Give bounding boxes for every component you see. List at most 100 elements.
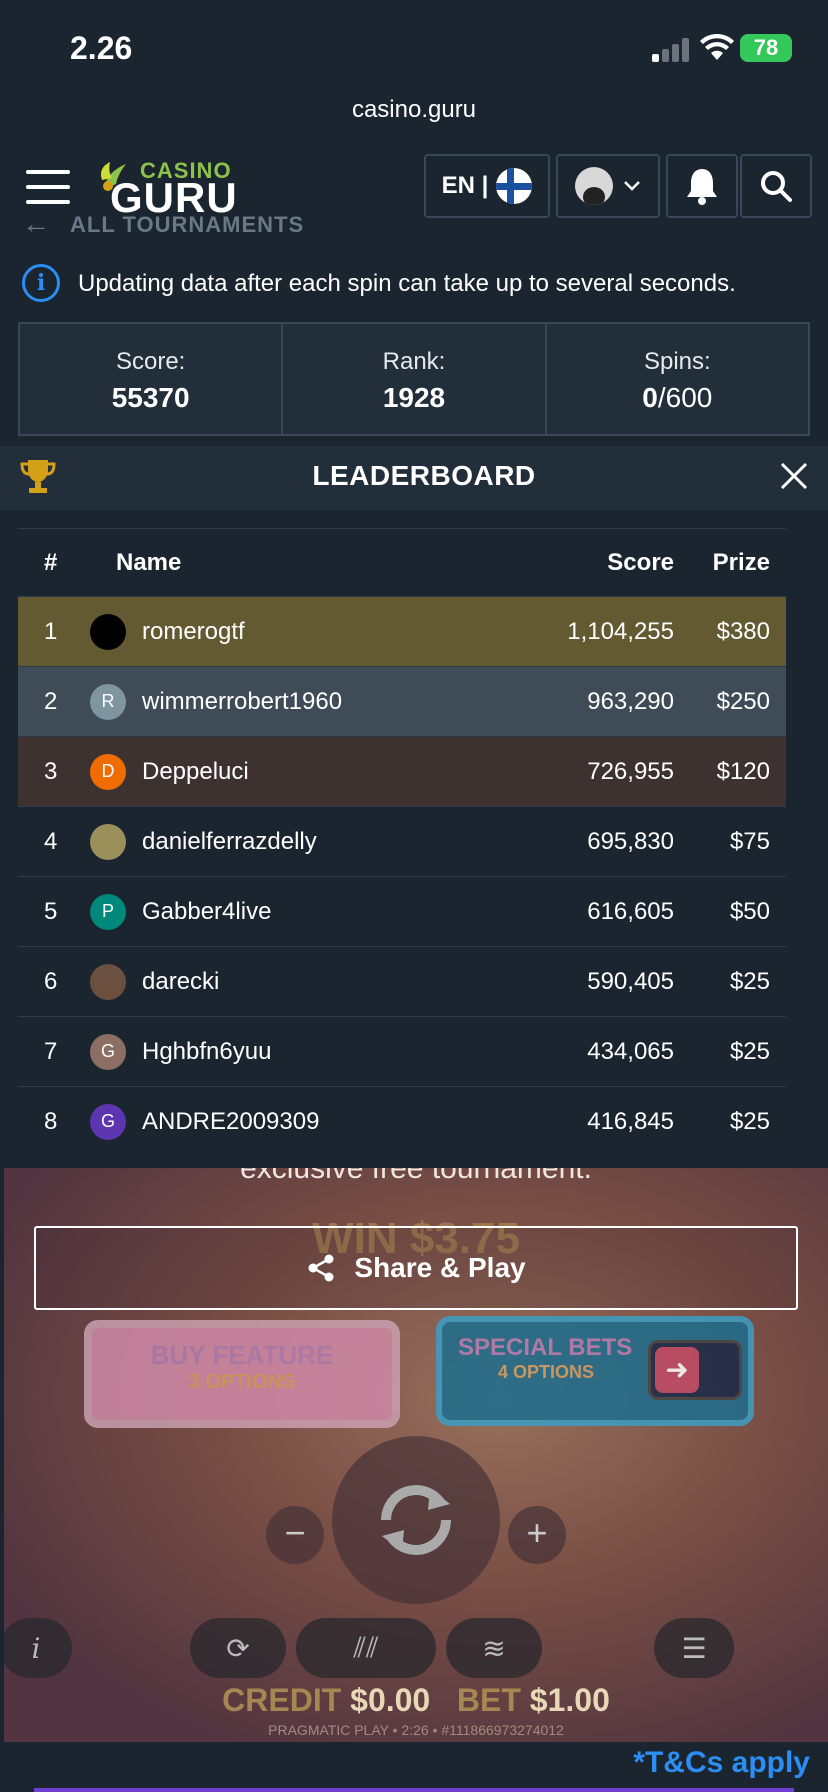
player-avatar: G	[90, 1033, 126, 1070]
player-name: wimmerrobert1960	[142, 687, 343, 715]
increase-bet-icon: +	[508, 1506, 566, 1564]
spins-total: /600	[657, 382, 713, 413]
share-and-play-label: Share & Play	[354, 1252, 526, 1283]
rank-stat: Rank: 1928	[283, 324, 547, 434]
user-avatar	[575, 167, 613, 205]
row-prize: $25	[729, 967, 770, 995]
row-rank: 1	[44, 617, 58, 645]
row-player: G ANDRE2009309	[86, 1103, 466, 1140]
row-score: 434,065	[587, 1037, 674, 1065]
spins-value: 0/600	[547, 382, 808, 414]
special-bets-button: SPECIAL BETS 4 OPTIONS ➜	[436, 1316, 754, 1426]
turbo-icon: ⫽⫽	[296, 1618, 436, 1678]
table-row[interactable]: 3 D Deppeluci 726,955 $120	[18, 736, 786, 806]
row-prize: $250	[716, 687, 770, 715]
slot-game-background: exclusive free tournament. WIN $3.75 BUY…	[4, 1168, 828, 1742]
buy-feature-button: BUY FEATURE 3 OPTIONS	[84, 1320, 400, 1428]
decrease-bet-icon: −	[266, 1506, 324, 1564]
back-to-tournaments-link[interactable]: ← ALL TOURNAMENTS	[0, 212, 828, 240]
wifi-icon	[700, 34, 734, 60]
player-name: Gabber4live	[142, 897, 272, 925]
footer: *T&Cs apply	[0, 1742, 828, 1792]
row-prize: $25	[729, 1107, 770, 1135]
row-player: darecki	[86, 963, 466, 1000]
row-score: 695,830	[587, 827, 674, 855]
row-rank: 7	[44, 1037, 58, 1065]
table-row[interactable]: 5 P Gabber4live 616,605 $50	[18, 876, 786, 946]
buy-feature-label: BUY FEATURE	[150, 1340, 334, 1370]
row-score: 616,605	[587, 897, 674, 925]
logo[interactable]: CASINO GURU	[96, 158, 237, 221]
player-name: Hghbfn6yuu	[142, 1037, 272, 1065]
row-rank: 8	[44, 1107, 58, 1135]
row-prize: $25	[729, 1037, 770, 1065]
language-selector[interactable]: EN |	[424, 154, 550, 218]
info-message: Updating data after each spin can take u…	[78, 270, 736, 297]
row-rank: 4	[44, 827, 58, 855]
bet-label: BET	[456, 1682, 521, 1718]
row-player: danielferrazdelly	[86, 823, 466, 860]
buy-feature-options: 3 OPTIONS	[188, 1371, 296, 1393]
search-icon	[761, 171, 792, 202]
footer-divider	[34, 1788, 794, 1792]
spins-stat: Spins: 0/600	[547, 324, 808, 434]
row-prize: $380	[716, 617, 770, 645]
row-score: 726,955	[587, 757, 674, 785]
row-rank: 3	[44, 757, 58, 785]
arrow-left-icon: ←	[22, 212, 50, 239]
profile-menu-button[interactable]	[556, 154, 660, 218]
leaderboard-panel: # Name Score Prize 1 romerogtf 1,104,255 $3…	[0, 510, 828, 1168]
player-avatar	[90, 963, 126, 1000]
spins-label: Spins:	[643, 348, 711, 375]
coins-icon: ≋	[446, 1618, 542, 1678]
row-prize: $75	[729, 827, 770, 855]
cellular-signal-icon	[652, 36, 692, 62]
table-row[interactable]: 7 G Hghbfn6yuu 434,065 $25	[18, 1016, 786, 1086]
row-player: P Gabber4live	[86, 893, 466, 930]
spins-used: 0	[642, 382, 658, 413]
leaderboard-table: # Name Score Prize 1 romerogtf 1,104,255 $3…	[18, 528, 786, 1156]
table-row[interactable]: 1 romerogtf 1,104,255 $380	[18, 596, 786, 666]
player-avatar: R	[90, 683, 126, 720]
special-bets-toggle: ➜	[648, 1340, 742, 1400]
url-bar[interactable]: casino.guru	[0, 96, 828, 124]
status-bar: 2.26 78	[0, 0, 828, 90]
player-name: darecki	[142, 967, 220, 995]
credit-label: CREDIT	[222, 1682, 342, 1718]
row-player: Rwimmerrobert1960	[86, 683, 466, 720]
row-player: romerogtf	[86, 613, 466, 650]
battery-icon: 78	[740, 34, 792, 62]
bell-icon	[687, 169, 717, 205]
terms-link[interactable]: *T&Cs apply	[633, 1746, 810, 1780]
player-name: ANDRE2009309	[142, 1107, 320, 1135]
provider-line: PRAGMATIC PLAY • 2:26 • #111866973274012	[268, 1722, 564, 1738]
game-menu-icon: ☰	[654, 1618, 734, 1678]
column-score: Score	[607, 548, 674, 576]
search-button[interactable]	[740, 154, 812, 218]
score-stat: Score: 55370	[20, 324, 284, 434]
share-and-play-button[interactable]: Share & Play	[34, 1226, 798, 1310]
player-name: romerogtf	[142, 617, 245, 645]
score-label: Score:	[115, 348, 186, 375]
table-row[interactable]: 6 darecki 590,405 $25	[18, 946, 786, 1016]
table-row[interactable]: 8 G ANDRE2009309 416,845 $25	[18, 1086, 786, 1156]
chevron-down-icon	[624, 181, 640, 191]
battery-level: 78	[753, 35, 779, 60]
close-icon[interactable]	[774, 456, 814, 496]
row-prize: $120	[716, 757, 770, 785]
table-row[interactable]: 4 danielferrazdelly 695,830 $75	[18, 806, 786, 876]
player-avatar: G	[90, 1103, 126, 1140]
menu-icon[interactable]	[26, 170, 70, 204]
table-row[interactable]: 2 Rwimmerrobert1960 963,290 $250	[18, 666, 786, 736]
row-rank: 5	[44, 897, 58, 925]
column-rank: #	[44, 548, 58, 576]
table-header: # Name Score Prize	[18, 528, 786, 596]
row-score: 416,845	[587, 1107, 674, 1135]
bet-value: $1.00	[529, 1682, 610, 1718]
row-score: 963,290	[587, 687, 674, 715]
info-icon: i	[22, 264, 60, 302]
notifications-button[interactable]	[666, 154, 738, 218]
rank-value: 1928	[382, 382, 446, 413]
credit-value: $0.00	[350, 1682, 431, 1718]
player-avatar: D	[90, 753, 126, 790]
